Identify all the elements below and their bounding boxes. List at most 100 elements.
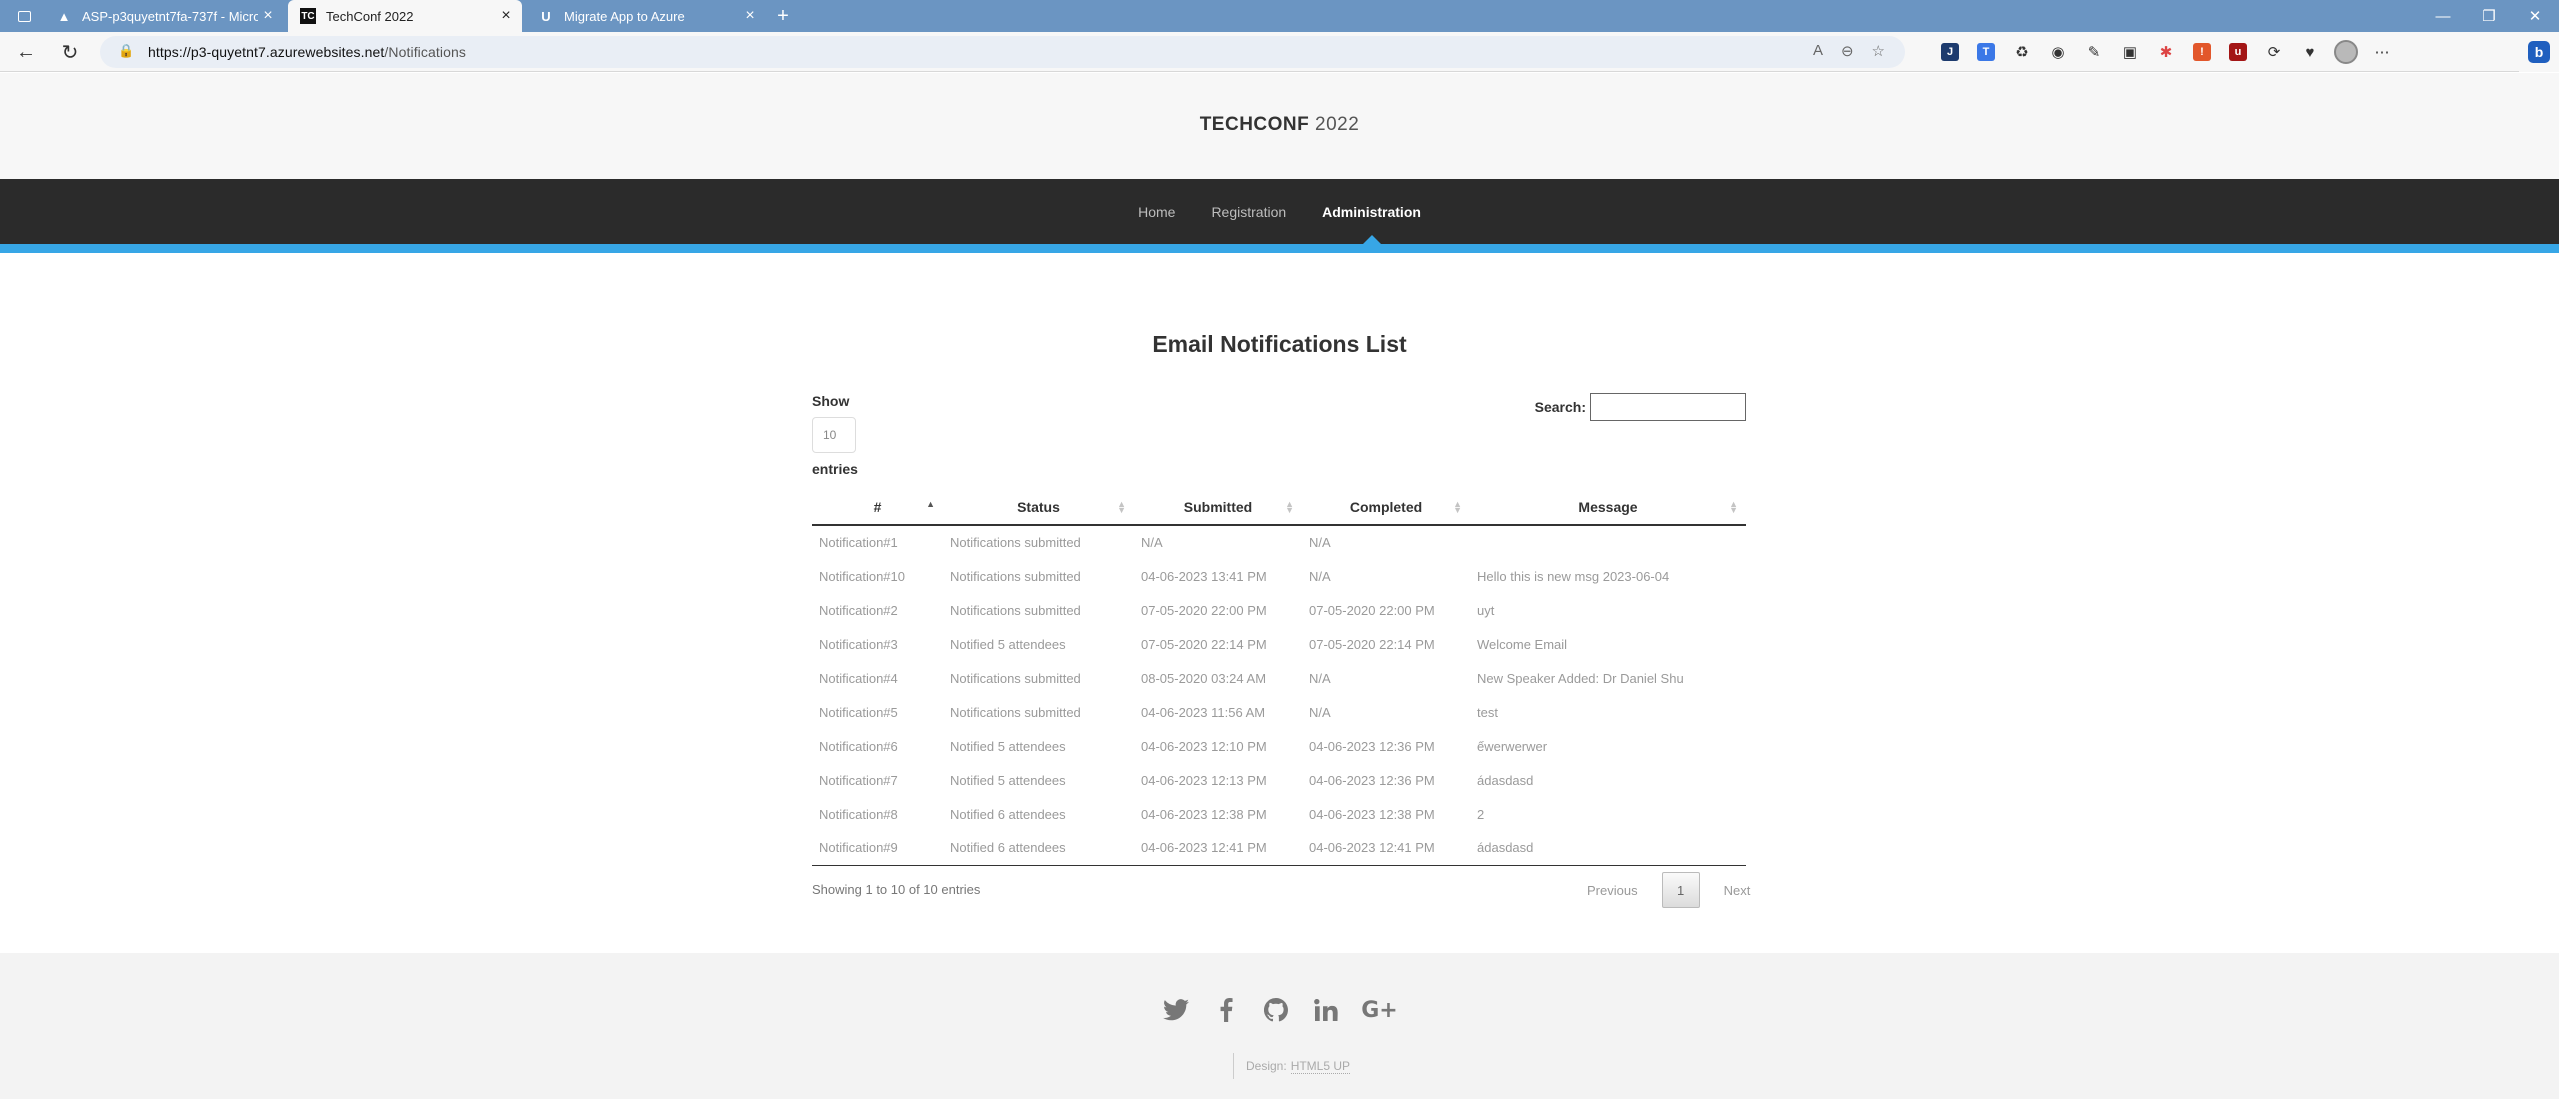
nav-administration[interactable]: Administration [1304,179,1439,244]
extension-orange-icon: ! [2193,43,2211,61]
cell-id[interactable]: Notification#10 [812,559,943,593]
cell-status: Notified 6 attendees [950,806,1066,822]
close-tab-icon[interactable]: × [496,7,516,25]
tab-actions-button[interactable] [6,0,42,32]
tab-azure-portal[interactable]: ▲ ASP-p3quyetnt7fa-737f - Microsoft × [44,0,284,32]
address-bar[interactable]: 🔒 https://p3-quyetnt7.azurewebsites.net/… [100,36,1905,68]
extension-button[interactable]: ⟳ [2256,36,2292,68]
close-tab-icon[interactable]: × [258,7,278,25]
extension-button[interactable]: ✎ [2076,36,2112,68]
site-footer: G+ Design: HTML5 UP [0,953,2559,1099]
avatar [2334,40,2358,64]
plus-icon: + [777,4,789,27]
extension-button[interactable]: T [1968,36,2004,68]
table-info: Showing 1 to 10 of 10 entries [812,882,981,897]
extension-button[interactable]: ! [2184,36,2220,68]
cell-status: Notifications submitted [950,670,1081,686]
cell-status: Notified 5 attendees [950,636,1066,652]
table-header-row: # ▲ Status ▲ ▼ Submitted ▲ ▼ Completed ▲ ▼ Mess… [812,489,1746,526]
site-header: TECHCONF 2022 [0,73,2559,179]
cell-message: New Speaker Added: Dr Daniel Shu [1477,670,1684,686]
refresh-button[interactable]: ↻ [54,36,86,68]
google-plus-icon[interactable]: G+ [1361,997,1398,1023]
tab-techconf[interactable]: TC TechConf 2022 × [288,0,522,32]
cell-id[interactable]: Notification#6 [812,729,943,763]
extension-button[interactable]: ◉ [2040,36,2076,68]
zoom-icon[interactable]: ⊖ [1841,42,1854,60]
extension-button[interactable]: ✱ [2148,36,2184,68]
tab-actions-icon [18,10,31,22]
extension-button[interactable]: ♥ [2292,36,2328,68]
cell-id[interactable]: Notification#1 [812,525,943,559]
cell-message: 2 [1477,806,1485,822]
back-button[interactable]: ← [10,36,42,68]
minimize-icon: — [2435,7,2451,25]
nav-registration[interactable]: Registration [1193,179,1304,244]
cell-id[interactable]: Notification#8 [812,797,943,831]
nav-home[interactable]: Home [1120,179,1193,244]
table-row: Notification#6 Notified 5 attendees 04-0… [812,729,1746,763]
sort-icon: ▲ ▼ [1729,499,1738,515]
page-1-button[interactable]: 1 [1661,872,1700,908]
bing-chat-button[interactable]: b [2519,32,2559,72]
column-header-submitted[interactable]: Submitted ▲ ▼ [1134,489,1302,526]
cell-id[interactable]: Notification#9 [812,831,943,866]
restore-button[interactable]: ❐ [2466,0,2512,32]
cell-submitted: 04-06-2023 12:13 PM [1141,772,1267,788]
table-row: Notification#2 Notifications submitted 0… [812,593,1746,627]
nav-accent-bar [0,244,2559,253]
site-title[interactable]: TECHCONF 2022 [0,114,2559,136]
column-header-status[interactable]: Status ▲ ▼ [943,489,1134,526]
search-input[interactable] [1590,393,1746,421]
new-tab-button[interactable]: + [768,0,798,32]
sort-icon: ▲ ▼ [1453,499,1462,515]
page-title: Email Notifications List [1152,331,1407,357]
read-aloud-icon[interactable]: A [1813,42,1823,60]
column-header-id[interactable]: # ▲ [812,489,943,526]
extension-button[interactable]: ▣ [2112,36,2148,68]
cell-status: Notified 5 attendees [950,738,1066,754]
favorites-icon[interactable]: ☆ [1872,42,1885,60]
extension-button[interactable]: ♻ [2004,36,2040,68]
minimize-button[interactable]: — [2420,0,2466,32]
cell-completed: N/A [1309,704,1331,720]
cell-status: Notifications submitted [950,535,1081,550]
cell-id[interactable]: Notification#3 [812,627,943,661]
cell-completed: 04-06-2023 12:36 PM [1309,738,1435,754]
refresh-icon: ↻ [61,41,79,64]
cell-id[interactable]: Notification#5 [812,695,943,729]
cell-id[interactable]: Notification#7 [812,763,943,797]
settings-grid-icon: ✱ [2159,44,2173,61]
cell-message: Welcome Email [1477,636,1568,652]
table-row: Notification#9 Notified 6 attendees 04-0… [812,831,1746,866]
profile-button[interactable] [2328,36,2364,68]
facebook-icon[interactable] [1213,997,1239,1023]
html5up-link[interactable]: HTML5 UP [1290,1059,1351,1074]
column-header-completed[interactable]: Completed ▲ ▼ [1302,489,1470,526]
tab-migrate-app[interactable]: U Migrate App to Azure × [526,0,766,32]
cell-submitted: 08-05-2020 03:24 AM [1141,670,1267,686]
previous-page-button[interactable]: Previous [1575,872,1650,908]
table-row: Notification#8 Notified 6 attendees 04-0… [812,797,1746,831]
extension-button[interactable]: u [2220,36,2256,68]
twitter-icon[interactable] [1162,997,1189,1023]
camera-icon: ◉ [2051,44,2065,61]
address-bar-icons: A ⊖ ☆ [1813,42,1885,60]
search-label: Search: [1534,399,1586,415]
main-nav: Home Registration Administration [0,179,2559,244]
next-page-button[interactable]: Next [1712,872,1763,908]
entries-per-page-select[interactable]: 10 [812,417,856,453]
column-header-message[interactable]: Message ▲ ▼ [1470,489,1746,526]
cell-id[interactable]: Notification#4 [812,661,943,695]
more-button[interactable]: ⋯ [2364,36,2400,68]
search-area: Search: [1535,393,1746,421]
close-window-button[interactable]: ✕ [2512,0,2558,32]
close-tab-icon[interactable]: × [740,7,760,25]
github-icon[interactable] [1263,997,1289,1023]
udacity-icon: U [541,8,551,24]
cell-message: ádasdasd [1477,772,1534,788]
extension-button[interactable]: J [1932,36,1968,68]
url-text: https://p3-quyetnt7.azurewebsites.net/No… [148,44,466,60]
linkedin-icon[interactable] [1313,997,1339,1023]
cell-id[interactable]: Notification#2 [812,593,943,627]
